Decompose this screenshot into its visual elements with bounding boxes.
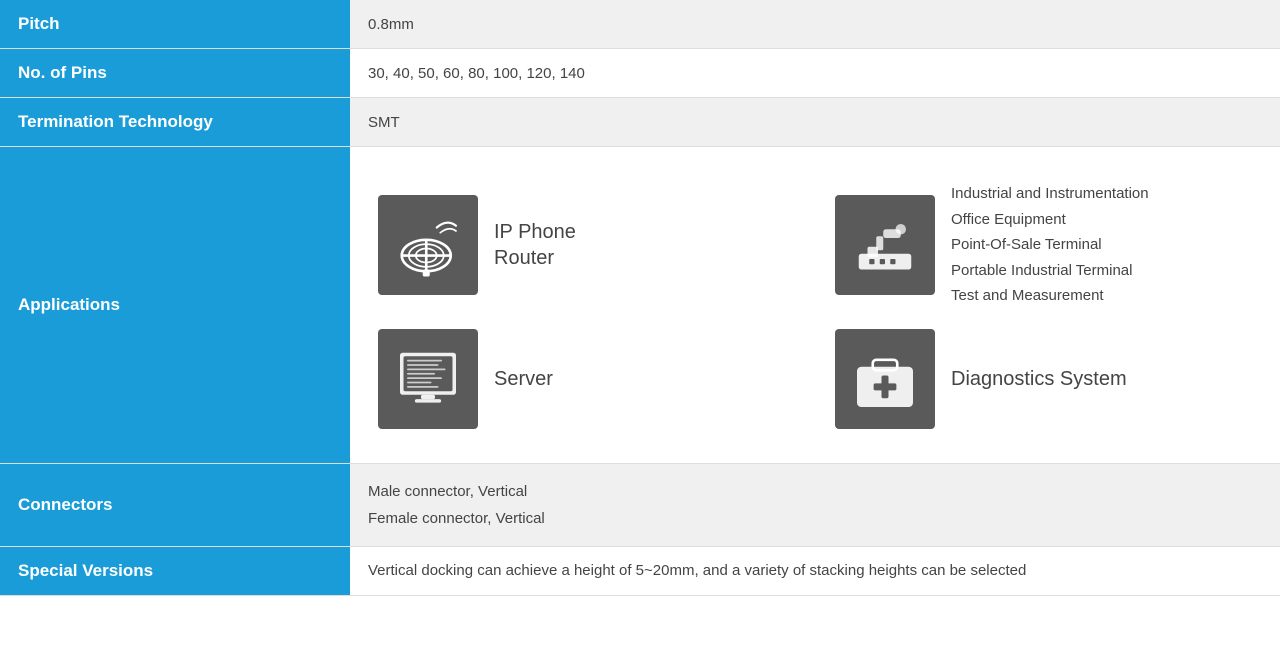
app-item-server: Server <box>378 329 795 429</box>
connectors-label: Connectors <box>0 463 350 546</box>
special-label: Special Versions <box>0 546 350 595</box>
diagnostics-icon <box>835 329 935 429</box>
pins-value: 30, 40, 50, 60, 80, 100, 120, 140 <box>350 49 1280 98</box>
diagnostics-label: Diagnostics System <box>951 366 1127 392</box>
app-item-diagnostics: Diagnostics System <box>835 329 1252 429</box>
satellite-icon <box>378 195 478 295</box>
apps-grid: IP PhoneRouter <box>368 161 1262 449</box>
pitch-value: 0.8mm <box>350 0 1280 49</box>
applications-label: Applications <box>0 147 350 464</box>
termination-label: Termination Technology <box>0 98 350 147</box>
pitch-label: Pitch <box>0 0 350 49</box>
ipphone-label: IP PhoneRouter <box>494 219 576 271</box>
server-icon <box>378 329 478 429</box>
connectors-value: Male connector, Vertical Female connecto… <box>350 463 1280 546</box>
connectors-line1: Male connector, Vertical <box>368 483 527 500</box>
applications-content: IP PhoneRouter <box>350 147 1280 464</box>
industrial-label: Industrial and Instrumentation Office Eq… <box>951 181 1149 309</box>
connectors-text: Male connector, Vertical Female connecto… <box>368 478 1262 532</box>
special-value: Vertical docking can achieve a height of… <box>350 546 1280 595</box>
app-item-industrial: Industrial and Instrumentation Office Eq… <box>835 181 1252 309</box>
connectors-line2: Female connector, Vertical <box>368 510 545 527</box>
termination-value: SMT <box>350 98 1280 147</box>
industrial-icon <box>835 195 935 295</box>
pins-label: No. of Pins <box>0 49 350 98</box>
server-label: Server <box>494 366 553 392</box>
app-item-ipphone: IP PhoneRouter <box>378 181 795 309</box>
